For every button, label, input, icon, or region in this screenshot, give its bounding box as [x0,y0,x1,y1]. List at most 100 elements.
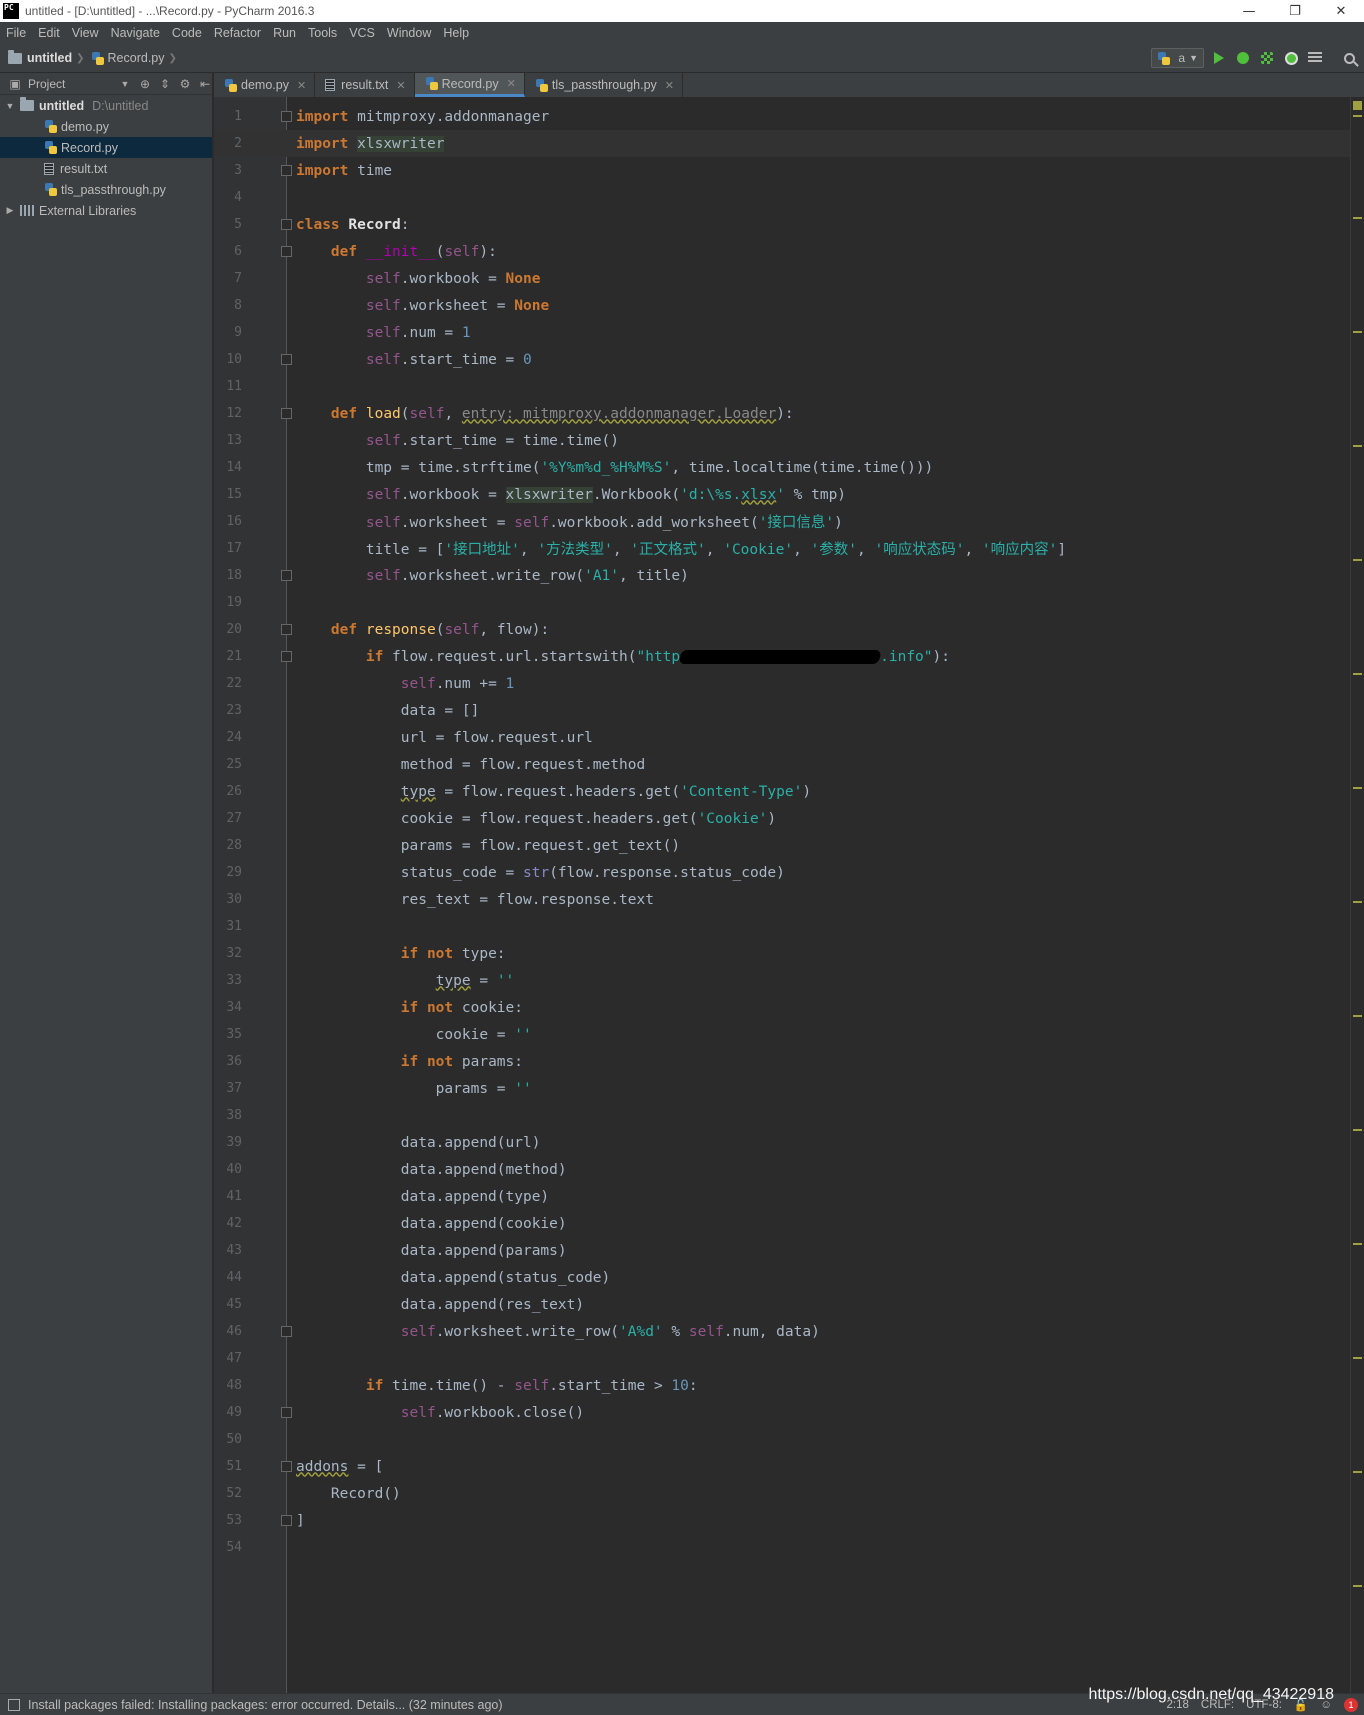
tree-item-file[interactable]: Record.py [0,137,212,158]
fold-toggle-icon[interactable] [281,624,292,635]
tree-item-file[interactable]: demo.py [0,116,212,137]
code-line[interactable]: 3 import time [214,157,1364,184]
code-line[interactable]: 21 if flow.request.url.startswith("http.… [214,643,1364,670]
code-line[interactable]: 16 self.worksheet = self.workbook.add_wo… [214,508,1364,535]
profile-button[interactable] [1282,49,1300,67]
code-line[interactable]: 54 [214,1534,1364,1561]
tab-record-py[interactable]: Record.py ✕ [414,73,525,97]
code-line[interactable]: 7 self.workbook = None [214,265,1364,292]
status-message[interactable]: Install packages failed: Installing pack… [28,1698,1167,1712]
warning-marker[interactable] [1353,1243,1362,1245]
code-line[interactable]: 23 data = [] [214,697,1364,724]
code-line[interactable]: 41 data.append(type) [214,1183,1364,1210]
code-line[interactable]: 50 [214,1426,1364,1453]
code-line[interactable]: 33 type = '' [214,967,1364,994]
warning-marker[interactable] [1353,787,1362,789]
menu-window[interactable]: Window [381,22,437,44]
code-line[interactable]: 52 Record() [214,1480,1364,1507]
tree-item-file[interactable]: result.txt [0,158,212,179]
fold-toggle-icon[interactable] [281,354,292,365]
code-line[interactable]: 45 data.append(res_text) [214,1291,1364,1318]
code-line[interactable]: 27 cookie = flow.request.headers.get('Co… [214,805,1364,832]
warning-marker[interactable] [1353,445,1362,447]
warning-marker[interactable] [1353,673,1362,675]
close-tab-icon[interactable]: ✕ [507,77,516,90]
code-line[interactable]: 39 data.append(url) [214,1129,1364,1156]
code-line[interactable]: 47 [214,1345,1364,1372]
menu-navigate[interactable]: Navigate [105,22,166,44]
fold-toggle-icon[interactable] [281,1461,292,1472]
fold-toggle-icon[interactable] [281,1326,292,1337]
code-line[interactable]: 4 [214,184,1364,211]
code-line[interactable]: 15 self.workbook = xlsxwriter.Workbook('… [214,481,1364,508]
code-line[interactable]: 24 url = flow.request.url [214,724,1364,751]
code-line[interactable]: 46 self.worksheet.write_row('A%d' % self… [214,1318,1364,1345]
warning-marker[interactable] [1353,331,1362,333]
code-line[interactable]: 29 status_code = str(flow.response.statu… [214,859,1364,886]
fold-toggle-icon[interactable] [281,111,292,122]
warning-marker[interactable] [1353,217,1362,219]
search-everywhere-button[interactable] [1340,49,1358,67]
coverage-button[interactable] [1258,49,1276,67]
warning-marker[interactable] [1353,1585,1362,1587]
debug-button[interactable] [1234,49,1252,67]
breadcrumb-project[interactable]: untitled [27,51,72,65]
project-view-select[interactable]: Project [28,77,65,91]
code-line[interactable]: 44 data.append(status_code) [214,1264,1364,1291]
code-line[interactable]: 32 if not type: [214,940,1364,967]
warning-marker[interactable] [1353,1129,1362,1131]
tasks-button[interactable] [1306,49,1324,67]
tab-result-txt[interactable]: result.txt ✕ [315,73,415,97]
code-line[interactable]: 12 def load(self, entry: mitmproxy.addon… [214,400,1364,427]
code-line[interactable]: 1 import mitmproxy.addonmanager [214,103,1364,130]
tab-demo-py[interactable]: demo.py ✕ [214,73,316,97]
gear-icon[interactable]: ⚙ [178,77,192,91]
code-line[interactable]: 48 if time.time() - self.start_time > 10… [214,1372,1364,1399]
code-line[interactable]: 8 self.worksheet = None [214,292,1364,319]
code-line[interactable]: 26 type = flow.request.headers.get('Cont… [214,778,1364,805]
warning-marker[interactable] [1353,115,1362,117]
fold-toggle-icon[interactable] [281,1407,292,1418]
fold-toggle-icon[interactable] [281,1515,292,1526]
collapse-all-icon[interactable]: ⇕ [158,77,172,91]
code-line[interactable]: 25 method = flow.request.method [214,751,1364,778]
code-line[interactable]: 31 [214,913,1364,940]
code-line[interactable]: 43 data.append(params) [214,1237,1364,1264]
code-line[interactable]: 51 addons = [ [214,1453,1364,1480]
code-line[interactable]: 19 [214,589,1364,616]
code-line[interactable]: 28 params = flow.request.get_text() [214,832,1364,859]
code-line[interactable]: 13 self.start_time = time.time() [214,427,1364,454]
code-line[interactable]: 20 def response(self, flow): [214,616,1364,643]
menu-tools[interactable]: Tools [302,22,343,44]
menu-vcs[interactable]: VCS [343,22,381,44]
tree-item-project-root[interactable]: ▼ untitled D:\untitled [0,95,212,116]
code-line[interactable]: 30 res_text = flow.response.text [214,886,1364,913]
inspection-status-icon[interactable] [1353,101,1362,110]
warning-marker[interactable] [1353,1357,1362,1359]
run-button[interactable] [1210,49,1228,67]
menu-view[interactable]: View [66,22,105,44]
close-tab-icon[interactable]: ✕ [665,79,674,92]
warning-marker[interactable] [1353,1471,1362,1473]
warning-marker[interactable] [1353,901,1362,903]
code-line[interactable]: 49 self.workbook.close() [214,1399,1364,1426]
locate-icon[interactable]: ⊕ [138,77,152,91]
code-line[interactable]: 11 [214,373,1364,400]
warning-marker[interactable] [1353,1015,1362,1017]
code-line[interactable]: 53] [214,1507,1364,1534]
fold-toggle-icon[interactable] [281,408,292,419]
code-line[interactable]: 42 data.append(cookie) [214,1210,1364,1237]
close-tab-icon[interactable]: ✕ [297,79,306,92]
tree-item-external-libraries[interactable]: ▶ External Libraries [0,200,212,221]
run-configuration-select[interactable]: a ▼ [1151,48,1204,68]
menu-refactor[interactable]: Refactor [208,22,267,44]
tree-item-file[interactable]: tls_passthrough.py [0,179,212,200]
code-line[interactable]: 36 if not params: [214,1048,1364,1075]
code-line[interactable]: 35 cookie = '' [214,1021,1364,1048]
close-button[interactable]: ✕ [1318,0,1364,22]
code-line[interactable]: 9 self.num = 1 [214,319,1364,346]
code-line[interactable]: 40 data.append(method) [214,1156,1364,1183]
fold-toggle-icon[interactable] [281,570,292,581]
code-line[interactable]: 37 params = '' [214,1075,1364,1102]
hide-panel-icon[interactable]: ⇤ [198,77,212,91]
